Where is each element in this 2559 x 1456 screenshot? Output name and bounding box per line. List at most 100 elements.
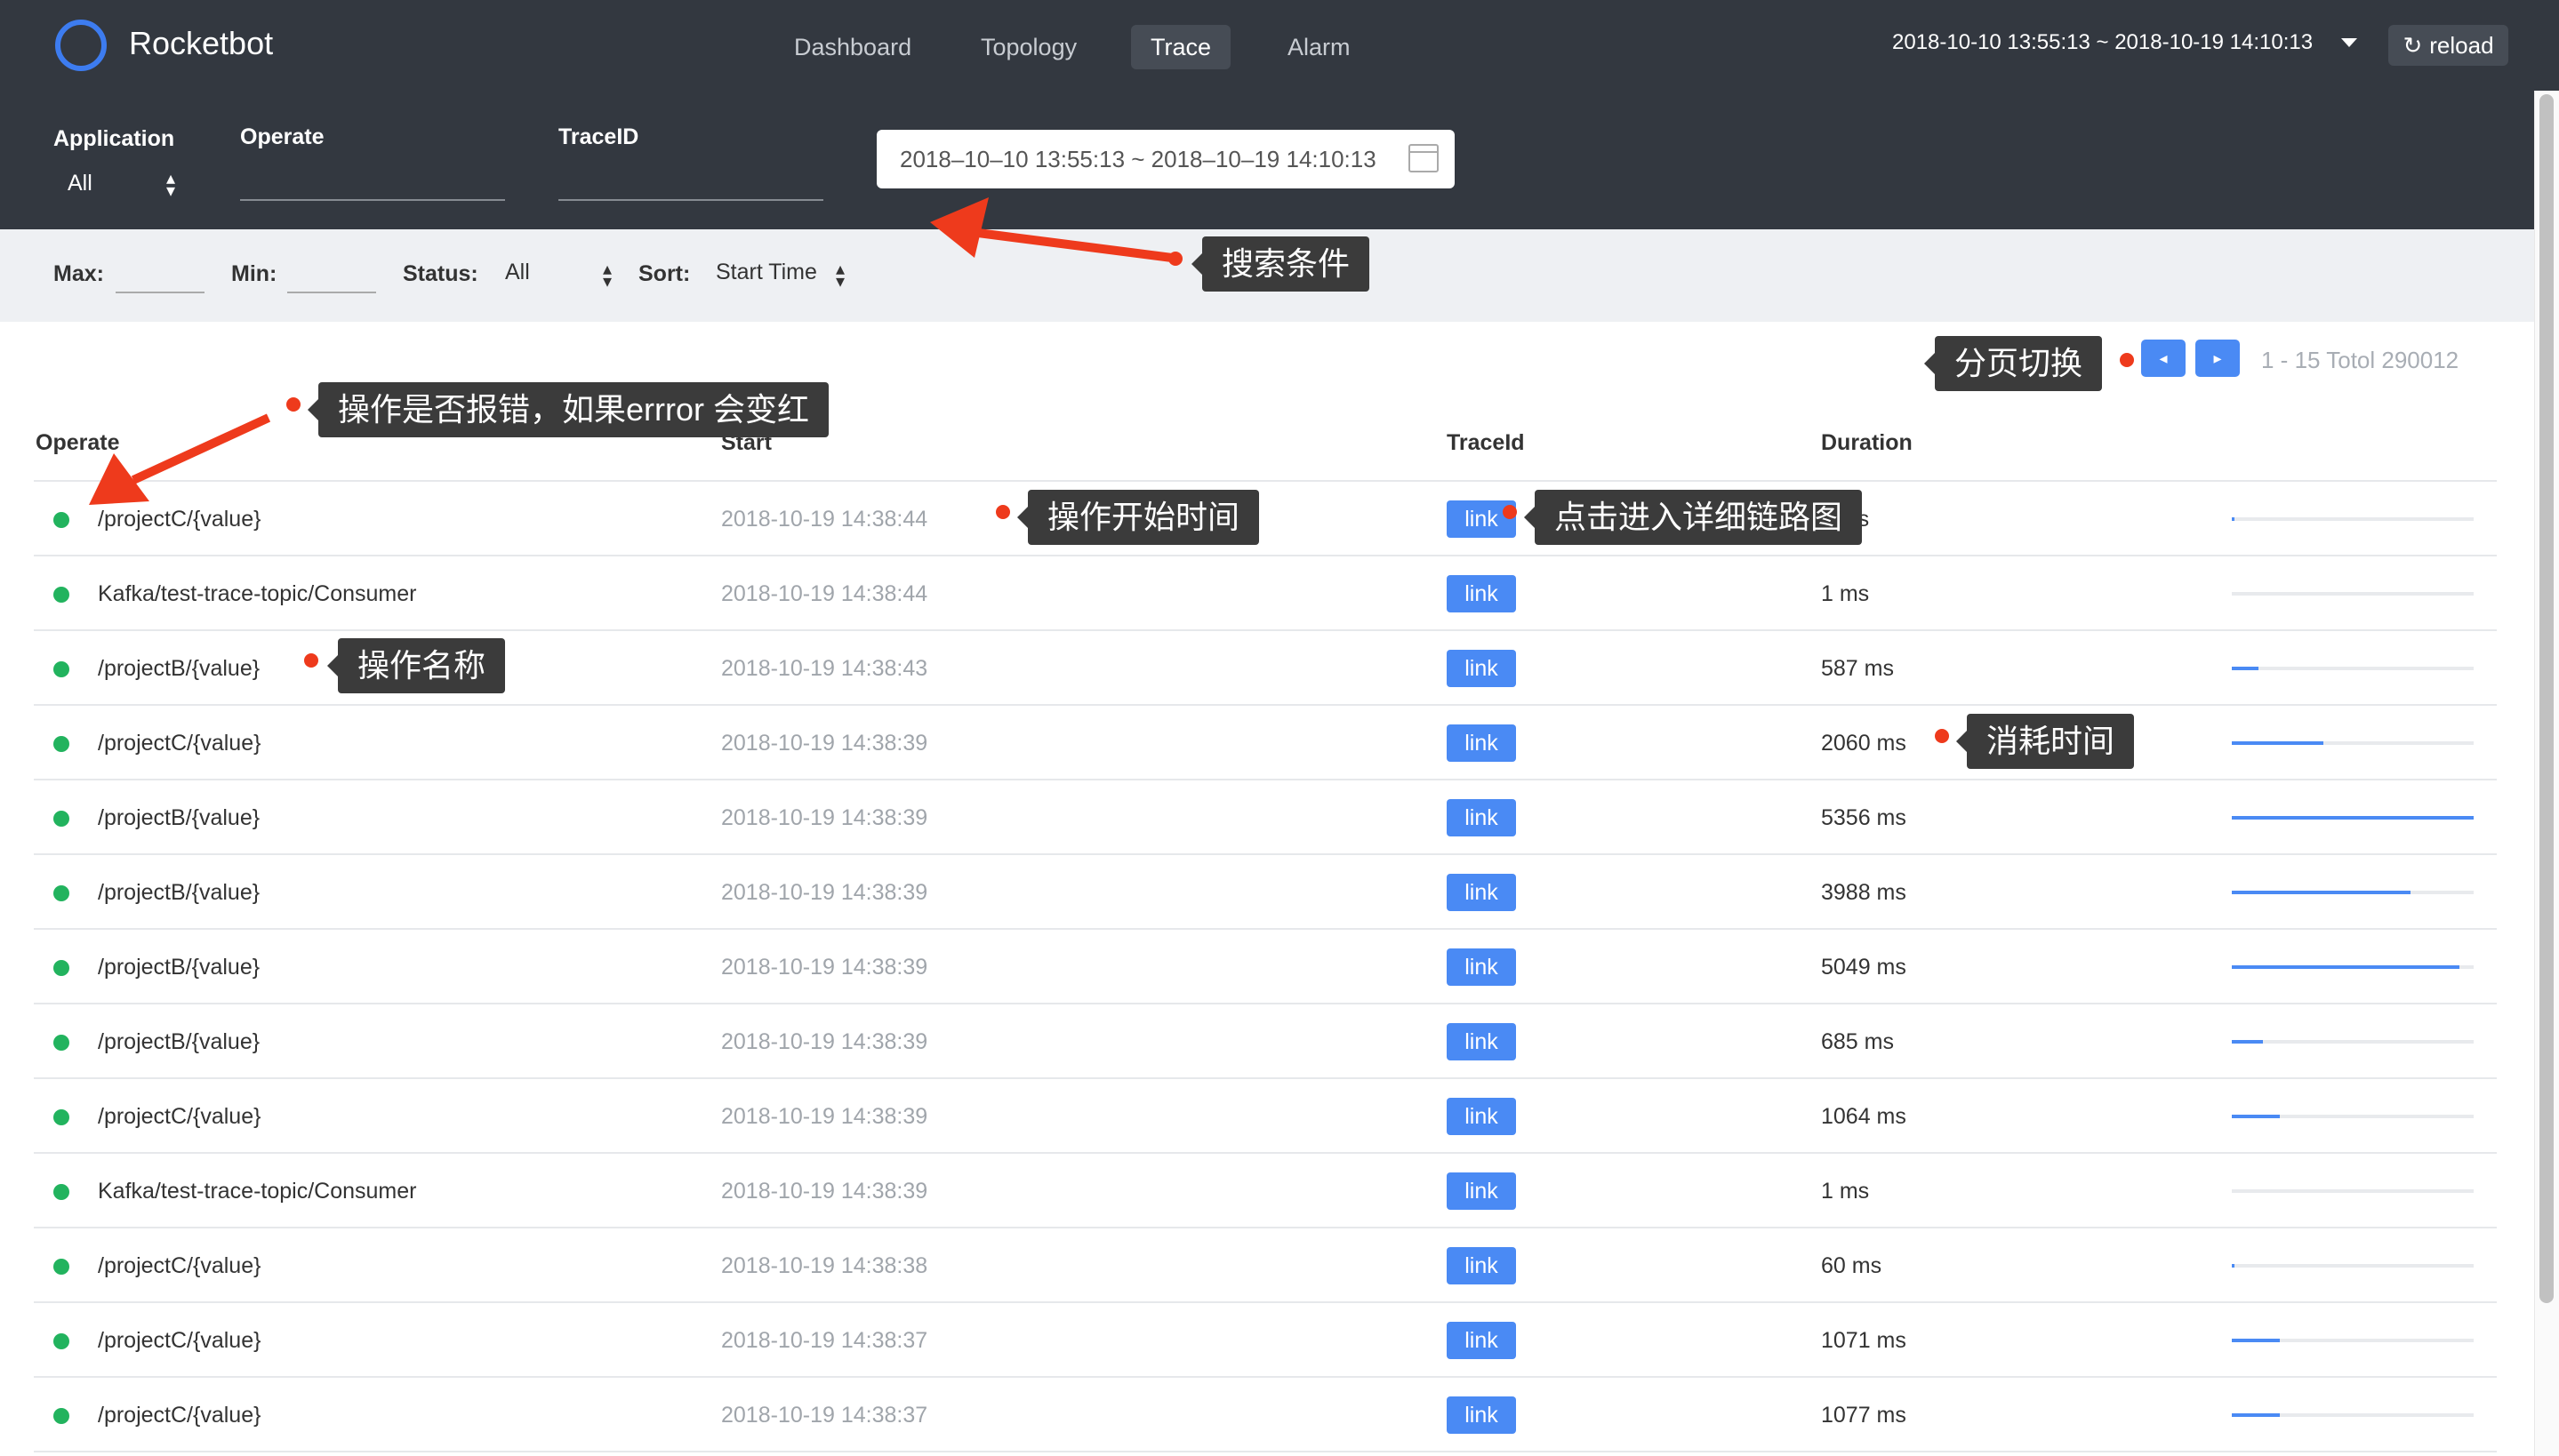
trace-link-button[interactable]: link xyxy=(1447,1172,1516,1210)
operation-name: /projectB/{value} xyxy=(98,1029,261,1054)
date-range-value: 2018–10–10 13:55:13 ~ 2018–10–19 14:10:1… xyxy=(900,146,1376,172)
chevron-down-icon[interactable] xyxy=(2341,38,2357,47)
annotation-dot xyxy=(1935,729,1949,743)
status-select[interactable]: All xyxy=(505,260,530,285)
table-row: /projectC/{value} 2018-10-19 14:38:39 link… xyxy=(34,1079,2497,1154)
duration-bar xyxy=(2232,517,2474,521)
trace-link-button[interactable]: link xyxy=(1447,1098,1516,1135)
annotation-start-time: 操作开始时间 xyxy=(1016,490,1260,545)
duration-value: 587 ms xyxy=(1821,656,1894,681)
start-time: 2018-10-19 14:38:39 xyxy=(721,1179,928,1204)
trace-link-button[interactable]: link xyxy=(1447,948,1516,986)
duration-bar-fill xyxy=(2232,667,2258,670)
brand-name: Rocketbot xyxy=(129,25,274,61)
status-dot-icon xyxy=(53,1259,69,1275)
max-input[interactable] xyxy=(116,292,205,293)
trace-link-button[interactable]: link xyxy=(1447,1247,1516,1284)
operate-label: Operate xyxy=(240,124,325,149)
trace-link-button[interactable]: link xyxy=(1447,1396,1516,1434)
application-label: Application xyxy=(53,126,175,151)
column-header-operate: Operate xyxy=(36,430,120,455)
table-row: /projectC/{value} 2018-10-19 14:38:37 link… xyxy=(34,1303,2497,1378)
annotation-dot xyxy=(1168,252,1183,266)
nav-trace[interactable]: Trace xyxy=(1131,25,1231,69)
pagination-info: 1 - 15 Totol 290012 xyxy=(2261,347,2459,373)
operation-name: /projectC/{value} xyxy=(98,1104,261,1129)
min-input[interactable] xyxy=(287,292,376,293)
duration-value: 685 ms xyxy=(1821,1029,1894,1054)
trace-link-button[interactable]: link xyxy=(1447,724,1516,762)
scrollbar-thumb[interactable] xyxy=(2539,94,2554,1303)
table-row: /projectC/{value} 2018-10-19 14:38:38 link… xyxy=(34,1228,2497,1303)
status-dot-icon xyxy=(53,1333,69,1349)
duration-value: 5049 ms xyxy=(1821,955,1906,980)
sort-select[interactable]: Start Time xyxy=(716,260,817,285)
rocketbot-logo-icon xyxy=(55,20,107,71)
operation-name: /projectC/{value} xyxy=(98,731,261,756)
duration-bar-fill xyxy=(2232,891,2411,894)
start-time: 2018-10-19 14:38:43 xyxy=(721,656,928,681)
status-dot-icon xyxy=(53,811,69,827)
annotation-dot xyxy=(304,653,318,668)
start-time: 2018-10-19 14:38:39 xyxy=(721,731,928,756)
calendar-icon[interactable] xyxy=(1408,144,1439,172)
operation-name: Kafka/test-trace-topic/Consumer xyxy=(98,581,417,606)
trace-link-button[interactable]: link xyxy=(1447,1023,1516,1060)
annotation-name: 操作名称 xyxy=(326,638,506,693)
trace-link-button[interactable]: link xyxy=(1447,799,1516,836)
nav-alarm[interactable]: Alarm xyxy=(1268,25,1370,69)
duration-bar-fill xyxy=(2232,816,2474,820)
table-row: /projectB/{value} 2018-10-19 14:38:39 link… xyxy=(34,1004,2497,1079)
table-row: /projectB/{value} 2018-10-19 14:38:39 link… xyxy=(34,855,2497,930)
error-arrow-shaft xyxy=(131,413,271,484)
status-dot-icon xyxy=(53,960,69,976)
status-dot-icon xyxy=(53,736,69,752)
select-arrows-icon[interactable]: ▴ ▾ xyxy=(603,260,612,291)
prev-page-button[interactable]: ◂ xyxy=(2141,340,2186,377)
duration-bar xyxy=(2232,965,2474,969)
duration-value: 1 ms xyxy=(1821,581,1870,606)
duration-bar xyxy=(2232,1115,2474,1118)
table-row: /projectB/{value} 2018-10-19 14:38:39 link… xyxy=(34,780,2497,855)
column-header-duration: Duration xyxy=(1821,430,1913,455)
duration-value: 1071 ms xyxy=(1821,1328,1906,1353)
operation-name: /projectB/{value} xyxy=(98,880,261,905)
duration-bar-fill xyxy=(2232,1115,2281,1118)
application-select[interactable]: All xyxy=(68,171,92,196)
reload-button[interactable]: ↻ reload xyxy=(2388,25,2508,66)
traceid-input[interactable] xyxy=(558,199,823,201)
annotation-error: 操作是否报错，如果errror 会变红 xyxy=(308,382,829,437)
trace-link-button[interactable]: link xyxy=(1447,1322,1516,1359)
duration-bar xyxy=(2232,667,2474,670)
annotation-dot xyxy=(286,397,301,412)
duration-value: 60 ms xyxy=(1821,1253,1882,1278)
operation-name: /projectB/{value} xyxy=(98,656,261,681)
operation-name: /projectC/{value} xyxy=(98,1403,261,1428)
select-arrows-icon[interactable]: ▴ ▾ xyxy=(166,170,175,200)
annotation-dot xyxy=(2120,353,2134,367)
table-row: Kafka/test-trace-topic/Consumer 2018-10-1… xyxy=(34,1154,2497,1228)
trace-search-bar: Application All ▴ ▾ Operate TraceID 2018–… xyxy=(0,91,2534,229)
next-page-button[interactable]: ▸ xyxy=(2195,340,2240,377)
nav-dashboard[interactable]: Dashboard xyxy=(774,25,931,69)
duration-bar xyxy=(2232,1040,2474,1044)
status-dot-icon xyxy=(53,885,69,901)
date-range-picker[interactable]: 2018–10–10 13:55:13 ~ 2018–10–19 14:10:1… xyxy=(877,130,1455,188)
duration-bar-fill xyxy=(2232,965,2459,969)
annotation-paging: 分页切换 xyxy=(1923,336,2103,391)
time-range-selector[interactable]: 2018-10-10 13:55:13 ~ 2018-10-19 14:10:1… xyxy=(1892,30,2313,55)
duration-bar-fill xyxy=(2232,1339,2281,1342)
trace-link-button[interactable]: link xyxy=(1447,575,1516,612)
trace-link-button[interactable]: link xyxy=(1447,650,1516,687)
nav-topology[interactable]: Topology xyxy=(961,25,1096,69)
operate-input[interactable] xyxy=(240,199,505,201)
reload-label: reload xyxy=(2429,32,2494,59)
duration-bar-fill xyxy=(2232,741,2324,745)
start-time: 2018-10-19 14:38:44 xyxy=(721,581,928,606)
trace-link-button[interactable]: link xyxy=(1447,874,1516,911)
table-row: /projectC/{value} 2018-10-19 14:38:44 link… xyxy=(34,482,2497,556)
status-dot-icon xyxy=(53,1035,69,1051)
annotation-dot xyxy=(1503,505,1517,519)
select-arrows-icon[interactable]: ▴ ▾ xyxy=(836,260,845,291)
status-dot-icon xyxy=(53,1408,69,1424)
